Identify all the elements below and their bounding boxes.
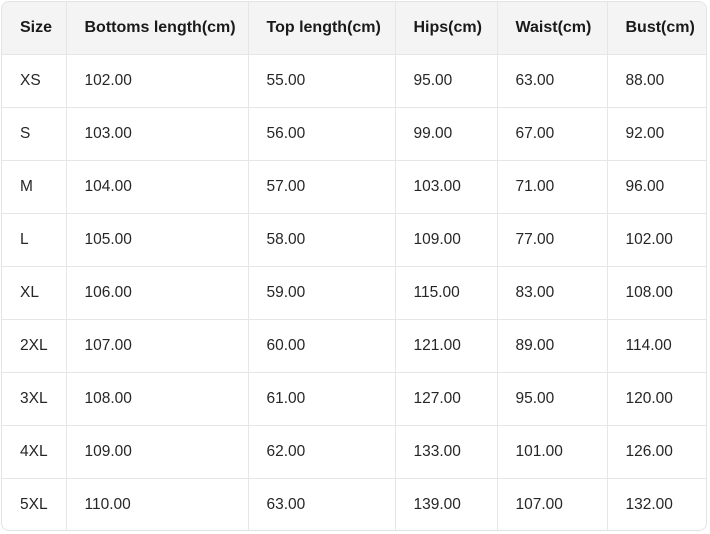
header-row: Size Bottoms length(cm) Top length(cm) H…: [2, 2, 706, 55]
cell-bust: 132.00: [625, 496, 673, 513]
cell-bust: 114.00: [607, 319, 706, 373]
cell-top-length: 58.00: [248, 213, 396, 267]
cell-waist: 63.00: [497, 54, 608, 108]
cell-bottoms-length: 104.00: [66, 160, 249, 214]
table-body: XS 102.00 55.00 95.00 63.00 88.00 S 103.…: [2, 54, 706, 530]
header-waist: Waist(cm): [497, 2, 608, 55]
cell-bottoms-length: 105.00: [66, 213, 249, 267]
cell-top-length: 55.00: [248, 54, 396, 108]
header-bust: Bust(cm): [607, 2, 706, 55]
cell-bust: 108.00: [607, 266, 706, 320]
cell-bust: 120.00: [607, 372, 706, 426]
cell-waist: 67.00: [497, 107, 608, 161]
cell-hips: 115.00: [395, 266, 498, 320]
cell-waist: 107.00: [497, 478, 608, 530]
cell-bottoms-length: 109.00: [66, 425, 249, 479]
cell-top-length: 63.00: [248, 478, 396, 530]
cell-hips: 109.00: [395, 213, 498, 267]
cell-bust: 102.00: [607, 213, 706, 267]
cell-top-length: 56.00: [248, 107, 396, 161]
cell-waist: 101.00: [497, 425, 608, 479]
cell-size: S: [2, 107, 67, 161]
cell-waist: 89.00: [497, 319, 608, 373]
cell-hips: 99.00: [395, 107, 498, 161]
cell-hips: 121.00: [395, 319, 498, 373]
cell-waist: 95.00: [497, 372, 608, 426]
cell-bottoms-length: 107.00: [66, 319, 249, 373]
cell-top-length: 60.00: [248, 319, 396, 373]
table-header: Size Bottoms length(cm) Top length(cm) H…: [2, 2, 706, 55]
table-row: S 103.00 56.00 99.00 67.00 92.00: [2, 107, 706, 161]
table-row: L 105.00 58.00 109.00 77.00 102.00: [2, 213, 706, 267]
cell-size: XL: [2, 266, 67, 320]
cell-hips: 95.00: [395, 54, 498, 108]
size-table: Size Bottoms length(cm) Top length(cm) H…: [2, 2, 706, 530]
table-row: M 104.00 57.00 103.00 71.00 96.00: [2, 160, 706, 214]
size-chart-table: Size Bottoms length(cm) Top length(cm) H…: [1, 1, 707, 531]
cell-top-length: 57.00: [248, 160, 396, 214]
cell-bottoms-length: 108.00: [66, 372, 249, 426]
header-hips: Hips(cm): [395, 2, 498, 55]
cell-bottoms-length: 102.00: [66, 54, 249, 108]
table-row: 2XL 107.00 60.00 121.00 89.00 114.00: [2, 319, 706, 373]
cell-bottoms-length: 103.00: [66, 107, 249, 161]
cell-size: XS: [2, 54, 67, 108]
cell-size: 5XL: [2, 478, 67, 530]
cell-waist: 83.00: [497, 266, 608, 320]
cell-top-length: 59.00: [248, 266, 396, 320]
cell-bust: 92.00: [607, 107, 706, 161]
table-row: 3XL 108.00 61.00 127.00 95.00 120.00: [2, 372, 706, 426]
table-row: 5XL 110.00 63.00 139.00 107.00 132.00: [2, 478, 706, 530]
table-row: 4XL 109.00 62.00 133.00 101.00 126.00: [2, 425, 706, 479]
cell-bottoms-length: 106.00: [66, 266, 249, 320]
cell-waist: 71.00: [497, 160, 608, 214]
table-row: XS 102.00 55.00 95.00 63.00 88.00: [2, 54, 706, 108]
header-bottoms-length: Bottoms length(cm): [66, 2, 249, 55]
table-row: XL 106.00 59.00 115.00 83.00 108.00: [2, 266, 706, 320]
cell-size: M: [2, 160, 67, 214]
cell-bottoms-length: 110.00: [66, 478, 249, 530]
cell-bust: 96.00: [607, 160, 706, 214]
cell-hips: 127.00: [395, 372, 498, 426]
header-top-length: Top length(cm): [248, 2, 396, 55]
cell-hips: 139.00: [395, 478, 498, 530]
cell-size: 3XL: [2, 372, 67, 426]
cell-top-length: 61.00: [248, 372, 396, 426]
cell-top-length: 62.00: [248, 425, 396, 479]
header-size: Size: [2, 2, 67, 55]
cell-hips: 103.00: [395, 160, 498, 214]
cell-bust: 126.00: [607, 425, 706, 479]
cell-size: 4XL: [2, 425, 67, 479]
cell-bust: 88.00: [607, 54, 706, 108]
cell-size: L: [2, 213, 67, 267]
cell-waist: 77.00: [497, 213, 608, 267]
cell-size: 2XL: [2, 319, 67, 373]
cell-hips: 133.00: [395, 425, 498, 479]
